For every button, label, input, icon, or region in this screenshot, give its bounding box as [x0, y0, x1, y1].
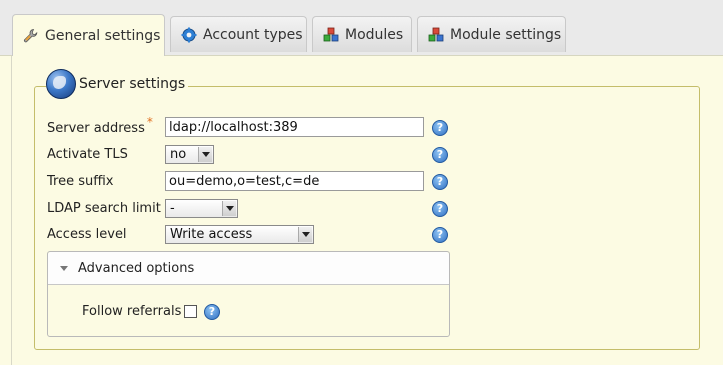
- tree-suffix-row: Tree suffix: [47, 170, 114, 192]
- tree-suffix-input[interactable]: [165, 171, 424, 191]
- select-value: no: [170, 147, 187, 162]
- server-address-input[interactable]: [165, 117, 424, 137]
- activate-tls-select[interactable]: no: [165, 145, 214, 164]
- help-icon[interactable]: ?: [432, 201, 448, 217]
- server-address-label: Server address: [47, 120, 145, 136]
- globe-icon: [46, 69, 76, 99]
- dropdown-arrow-icon: [298, 227, 312, 242]
- tab-general-settings[interactable]: General settings: [12, 14, 165, 56]
- activate-tls-row: Activate TLS: [47, 143, 128, 165]
- dropdown-arrow-icon: [222, 201, 236, 216]
- modules-icon: [323, 27, 339, 43]
- activate-tls-label: Activate TLS: [47, 146, 128, 162]
- tab-label: Account types: [203, 26, 303, 43]
- access-level-select[interactable]: Write access: [165, 225, 314, 244]
- advanced-options-panel: Advanced options: [47, 251, 450, 337]
- tab-label: General settings: [45, 27, 161, 44]
- tab-module-settings[interactable]: Module settings: [417, 16, 566, 52]
- search-limit-label: LDAP search limit: [47, 200, 161, 216]
- access-level-row: Access level: [47, 223, 127, 245]
- help-icon[interactable]: ?: [432, 227, 448, 243]
- access-level-label: Access level: [47, 226, 127, 242]
- collapse-triangle-icon: [60, 265, 68, 271]
- tab-modules[interactable]: Modules: [312, 16, 412, 52]
- select-value: -: [170, 201, 175, 216]
- modules-icon: [428, 27, 444, 43]
- tree-suffix-label: Tree suffix: [47, 173, 114, 189]
- advanced-options-title: Advanced options: [78, 260, 195, 276]
- help-icon[interactable]: ?: [432, 174, 448, 190]
- tab-account-types[interactable]: Account types: [170, 16, 307, 52]
- search-limit-select[interactable]: -: [165, 199, 238, 218]
- help-icon[interactable]: ?: [432, 120, 448, 136]
- help-icon[interactable]: ?: [204, 304, 220, 320]
- server-settings-legend: Server settings: [46, 68, 189, 100]
- help-icon[interactable]: ?: [432, 147, 448, 163]
- tab-label: Module settings: [450, 26, 562, 43]
- follow-referrals-row: Follow referrals: [82, 300, 181, 322]
- server-address-row: Server address *: [47, 115, 153, 139]
- select-value: Write access: [170, 227, 253, 242]
- search-limit-row: LDAP search limit: [47, 197, 161, 219]
- fieldset-title: Server settings: [79, 76, 186, 92]
- dropdown-arrow-icon: [198, 147, 212, 162]
- gear-icon: [181, 27, 197, 43]
- required-marker: *: [146, 115, 153, 129]
- tab-label: Modules: [345, 26, 404, 43]
- follow-referrals-checkbox[interactable]: [184, 305, 197, 318]
- wrench-icon: [23, 28, 39, 44]
- advanced-options-header[interactable]: Advanced options: [48, 252, 449, 285]
- follow-referrals-label: Follow referrals: [82, 303, 182, 319]
